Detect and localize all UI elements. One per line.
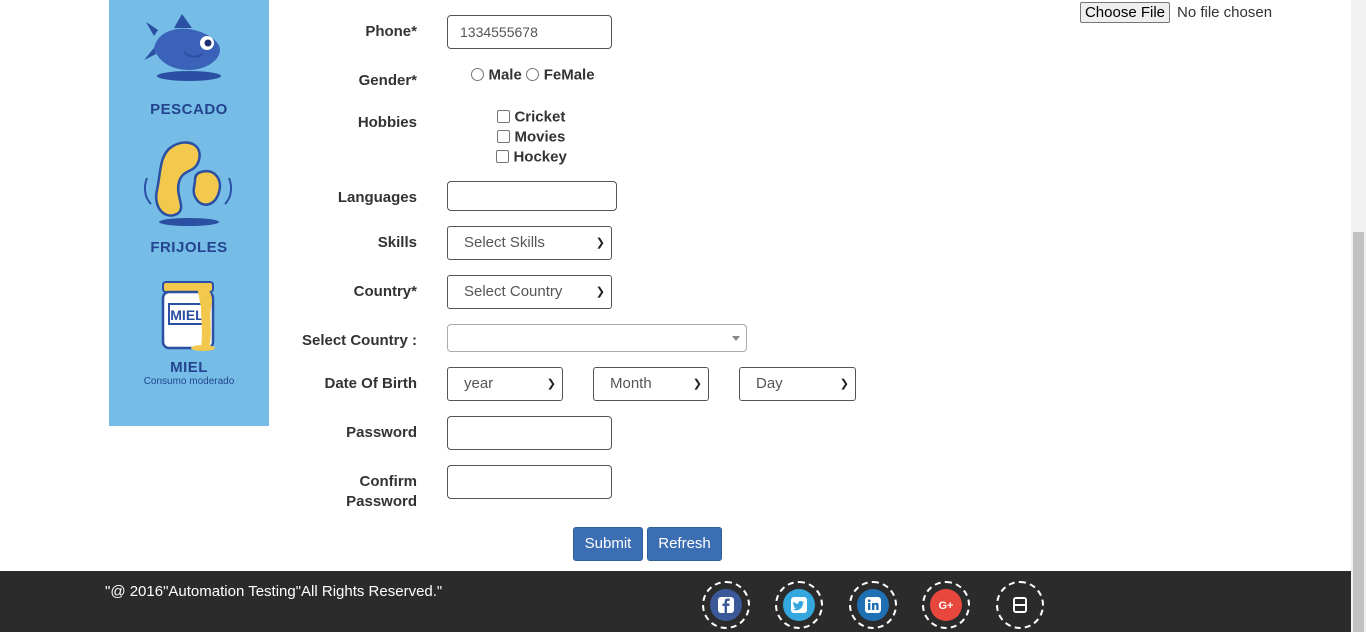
google-plus-link[interactable]: G+ xyxy=(922,581,970,629)
languages-label: Languages xyxy=(337,189,417,206)
copyright-text: "@ 2016"Automation Testing"All Rights Re… xyxy=(105,583,443,600)
hobby-cricket: Cricket xyxy=(497,108,565,126)
gender-label: Gender* xyxy=(358,72,417,89)
beans-icon xyxy=(143,141,233,226)
dropdown-arrow-icon xyxy=(732,336,740,341)
hobby-movies: Movies xyxy=(497,128,565,146)
submit-button[interactable]: Submit xyxy=(573,527,643,561)
hobby-cricket-label: Cricket xyxy=(514,108,566,126)
chevron-down-icon: ❯ xyxy=(692,378,702,390)
select-country-label: Select Country : xyxy=(301,332,417,349)
footer: "@ 2016"Automation Testing"All Rights Re… xyxy=(0,571,1351,632)
twitter-icon xyxy=(783,589,815,621)
country-label: Country* xyxy=(353,283,417,300)
phone-input[interactable]: 1334555678 xyxy=(447,15,612,49)
skills-select[interactable]: Select Skills ❯ xyxy=(447,226,612,260)
gender-female-radio[interactable] xyxy=(526,68,540,82)
select-country-combobox[interactable] xyxy=(447,324,747,352)
linkedin-icon xyxy=(857,589,889,621)
hobby-movies-checkbox[interactable] xyxy=(497,130,510,144)
facebook-icon xyxy=(710,589,742,621)
hobby-cricket-checkbox[interactable] xyxy=(497,110,510,124)
gender-male-radio[interactable] xyxy=(471,68,484,82)
confirm-password-input[interactable] xyxy=(447,465,612,499)
dob-year-selected: year xyxy=(464,375,494,392)
dob-day-select[interactable]: Day ❯ xyxy=(739,367,856,401)
facebook-link[interactable] xyxy=(702,581,750,629)
scrollbar-thumb[interactable] xyxy=(1353,232,1364,632)
dob-day-selected: Day xyxy=(756,375,783,392)
chevron-down-icon: ❯ xyxy=(595,237,605,249)
gender-female-label: FeMale xyxy=(543,66,595,84)
dob-month-select[interactable]: Month ❯ xyxy=(593,367,709,401)
gender-options: Male FeMale xyxy=(471,66,595,84)
hobby-hockey: Hockey xyxy=(496,148,567,166)
gender-male-label: Male xyxy=(488,66,522,84)
file-status-text: No file chosen xyxy=(1177,4,1273,21)
refresh-button[interactable]: Refresh xyxy=(647,527,722,561)
twitter-link[interactable] xyxy=(775,581,823,629)
hobby-movies-label: Movies xyxy=(514,128,566,146)
choose-file-button[interactable]: Choose File xyxy=(1080,2,1170,23)
youtube-link[interactable] xyxy=(996,581,1044,629)
chevron-down-icon: ❯ xyxy=(546,378,556,390)
hobby-hockey-label: Hockey xyxy=(513,148,567,166)
google-plus-icon: G+ xyxy=(930,589,962,621)
confirm-password-label-line2: Password xyxy=(346,493,417,510)
chevron-down-icon: ❯ xyxy=(595,286,605,298)
password-label: Password xyxy=(346,424,417,441)
dob-year-select[interactable]: year ❯ xyxy=(447,367,563,401)
youtube-icon xyxy=(1004,589,1036,621)
country-select[interactable]: Select Country ❯ xyxy=(447,275,612,309)
country-selected: Select Country xyxy=(464,283,563,300)
jar-label: MIEL xyxy=(170,307,204,323)
password-input[interactable] xyxy=(447,416,612,450)
skills-label: Skills xyxy=(377,234,417,251)
languages-input[interactable] xyxy=(447,181,617,211)
hobbies-label: Hobbies xyxy=(357,114,417,131)
svg-text:G+: G+ xyxy=(939,600,954,612)
confirm-password-label-line1: Confirm xyxy=(359,473,418,490)
phone-label: Phone* xyxy=(365,23,417,40)
page-scrollbar[interactable] xyxy=(1351,0,1366,632)
ad-label: MIEL xyxy=(170,359,208,376)
dob-month-selected: Month xyxy=(610,375,652,392)
ad-banner[interactable]: PESCADO FRIJOLES MIEL MIEL Consumo moder… xyxy=(109,0,269,426)
dob-label: Date Of Birth xyxy=(324,375,417,392)
linkedin-link[interactable] xyxy=(849,581,897,629)
skills-selected: Select Skills xyxy=(464,234,545,251)
honey-jar-icon: MIEL xyxy=(161,281,215,351)
chevron-down-icon: ❯ xyxy=(839,378,849,390)
hobby-hockey-checkbox[interactable] xyxy=(496,150,509,164)
